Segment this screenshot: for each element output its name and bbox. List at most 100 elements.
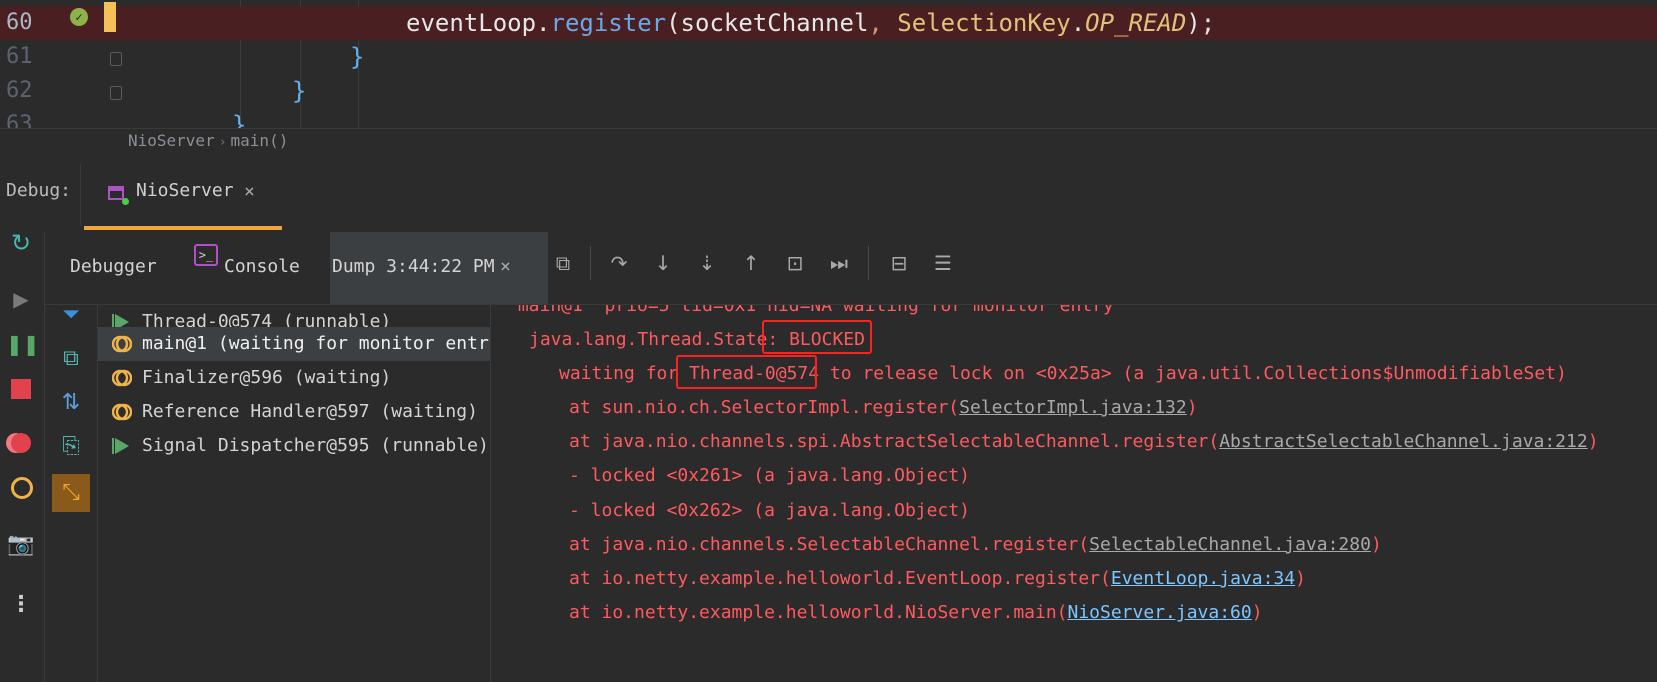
stack-frame-line: at java.nio.channels.SelectableChannel.r…	[569, 533, 1382, 557]
resume-icon[interactable]: ▶	[6, 284, 36, 314]
console-icon: >_	[194, 244, 218, 266]
stack-frame-line: at io.netty.example.helloworld.EventLoop…	[569, 567, 1306, 591]
sort-icon[interactable]: ⇅	[56, 388, 86, 418]
dump-header: "main@1" prio=5 tid=0x1 nid=NA waiting f…	[507, 305, 1114, 316]
source-link[interactable]: AbstractSelectableChannel.java:212	[1219, 431, 1587, 452]
drop-frame-icon[interactable]: ⊡	[780, 248, 810, 278]
code-line-current[interactable]: 60 eventLoop.register(socketChannel, Sel…	[0, 6, 1657, 40]
line-number: 63	[6, 112, 33, 128]
highlight-box-thread	[676, 355, 817, 389]
stack-frame-line: at sun.nio.ch.SelectorImpl.register(Sele…	[569, 396, 1198, 420]
frame-suffix: )	[1251, 602, 1263, 624]
thread-label: main@1 (waiting for monitor entry)	[142, 333, 490, 354]
highlight-box-state	[762, 320, 872, 354]
stop-icon[interactable]	[8, 374, 38, 404]
close-icon[interactable]: ×	[500, 256, 511, 277]
merge-stacks-icon[interactable]: ⤡	[52, 474, 90, 512]
source-link[interactable]: NioServer.java:60	[1068, 602, 1252, 623]
fold-icon[interactable]	[110, 86, 122, 100]
code-token: }	[232, 111, 247, 128]
code-token: }	[292, 77, 307, 105]
code-text: }	[292, 74, 306, 108]
mute-breakpoints-icon[interactable]	[6, 472, 36, 502]
thread-label: Reference Handler@597 (waiting)	[142, 401, 478, 422]
code-token: eventLoop	[406, 9, 537, 37]
dump-waiting-suffix: to release lock on <0x25a> (a java.util.…	[819, 363, 1567, 384]
running-indicator-icon	[122, 198, 129, 205]
frame-text: at java.nio.channels.spi.AbstractSelecta…	[569, 431, 1220, 453]
thread-item[interactable]: Signal Dispatcher@595 (runnable)	[98, 429, 490, 463]
line-number: 60	[6, 10, 33, 35]
breadcrumb-class[interactable]: NioServer	[128, 131, 215, 150]
code-token: socketChannel	[680, 9, 869, 37]
source-link[interactable]: SelectorImpl.java:132	[959, 397, 1187, 418]
evaluate-expression-icon[interactable]: ⊟	[884, 248, 914, 278]
step-into-icon[interactable]: ↓	[648, 248, 678, 278]
source-link[interactable]: SelectableChannel.java:280	[1089, 534, 1371, 555]
stack-frame-line: at java.nio.channels.spi.AbstractSelecta…	[569, 430, 1599, 454]
frame-suffix: )	[1587, 431, 1599, 453]
frame-suffix: )	[1295, 568, 1306, 589]
camera-icon[interactable]: 📷	[6, 530, 36, 560]
thread-item[interactable]: Finalizer@596 (waiting)	[98, 361, 490, 395]
line-number: 61	[6, 44, 33, 69]
fold-icon[interactable]	[110, 52, 122, 66]
code-text: }	[350, 40, 364, 74]
more-icon[interactable]: ⋮	[6, 590, 36, 620]
trace-current-stream-icon[interactable]: ☰	[928, 248, 958, 278]
breadcrumb: NioServer › main()	[128, 131, 288, 153]
debug-session-label[interactable]: NioServer	[136, 180, 234, 201]
restore-layout-icon[interactable]: ⧉	[548, 248, 578, 278]
execution-point-marker	[104, 2, 116, 32]
waiting-thread-icon	[111, 334, 133, 354]
frame-text: - locked <0x261> (a java.lang.Object)	[569, 465, 970, 487]
code-editor[interactable]: 60 eventLoop.register(socketChannel, Sel…	[0, 0, 1657, 128]
thread-dump-text[interactable]: "main@1" prio=5 tid=0x1 nid=NA waiting f…	[491, 305, 1657, 682]
run-to-cursor-icon[interactable]: ⏭	[824, 248, 854, 278]
code-token: ,	[868, 9, 898, 37]
tab-dump-label[interactable]: Dump 3:44:22 PM	[332, 256, 495, 277]
code-token: .	[536, 9, 551, 37]
filter-icon[interactable]: ⏷	[56, 300, 86, 330]
code-text: }	[232, 108, 246, 128]
divider	[80, 164, 81, 226]
code-token: register	[550, 9, 667, 37]
frame-suffix: )	[1370, 533, 1382, 555]
thread-item[interactable]: Reference Handler@597 (waiting)	[98, 395, 490, 429]
step-out-icon[interactable]: ↑	[736, 248, 766, 278]
code-line[interactable]: 63 }	[0, 108, 1657, 128]
runnable-thread-icon	[112, 436, 132, 456]
tab-console[interactable]: Console	[224, 256, 300, 277]
waiting-thread-icon	[111, 402, 133, 422]
stack-frame-line: - locked <0x261> (a java.lang.Object)	[569, 464, 970, 488]
code-line[interactable]: 61 }	[0, 40, 1657, 74]
breakpoint-check-icon[interactable]: ✓	[70, 8, 88, 26]
divider	[868, 246, 869, 280]
stack-frame-line: at io.netty.example.helloworld.NioServer…	[569, 601, 1263, 625]
thread-label: Signal Dispatcher@595 (runnable)	[142, 435, 489, 456]
divider	[0, 128, 1657, 129]
code-text: eventLoop.register(socketChannel, Select…	[406, 6, 1215, 40]
pause-icon[interactable]: ❚❚	[6, 329, 40, 359]
tab-debugger[interactable]: Debugger	[70, 256, 157, 277]
frame-text: at io.netty.example.helloworld.NioServer…	[569, 602, 1068, 624]
breadcrumb-separator-icon: ›	[218, 135, 227, 150]
code-token: );	[1186, 9, 1216, 37]
view-breakpoints-icon[interactable]	[6, 428, 36, 458]
thread-item-selected[interactable]: main@1 (waiting for monitor entry)	[98, 327, 490, 361]
frame-text: at io.netty.example.helloworld.EventLoop…	[569, 568, 1111, 589]
frame-suffix: )	[1186, 397, 1198, 418]
force-step-into-icon[interactable]: ⇣	[692, 248, 722, 278]
rerun-icon[interactable]: ↻	[6, 228, 36, 258]
stack-frame-line: - locked <0x262> (a java.lang.Object)	[569, 499, 970, 523]
close-icon[interactable]: ×	[244, 181, 255, 202]
copy-icon[interactable]: ⧉	[56, 344, 86, 374]
code-token: OP_READ	[1085, 9, 1187, 37]
step-over-icon[interactable]: ↷	[604, 248, 634, 278]
source-link[interactable]: EventLoop.java:34	[1111, 568, 1295, 589]
breadcrumb-method[interactable]: main()	[231, 131, 289, 150]
dump-state-prefix: java.lang.Thread.State:	[529, 329, 790, 350]
code-line[interactable]: 62 }	[0, 74, 1657, 108]
code-token: (	[666, 9, 681, 37]
export-icon[interactable]: ⎘	[56, 432, 86, 462]
